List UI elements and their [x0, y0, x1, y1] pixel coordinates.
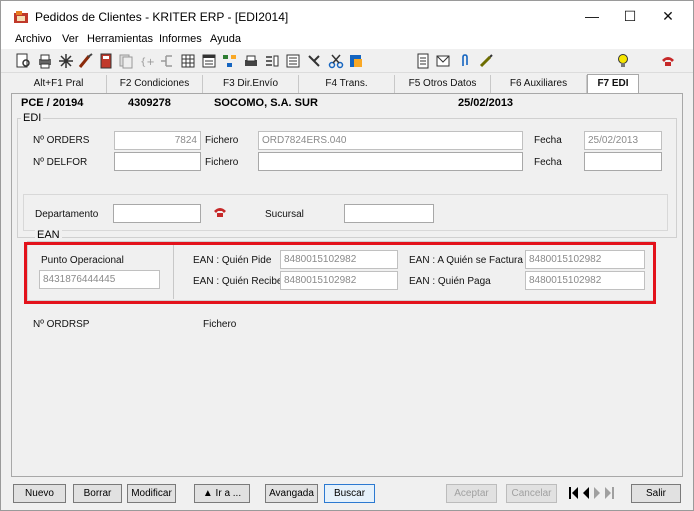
phone-icon[interactable] — [263, 52, 281, 70]
departamento-label: Departamento — [35, 209, 99, 220]
title-bar: Pedidos de Clientes - KRITER ERP - [EDI2… — [1, 1, 693, 31]
tab-pral[interactable]: Alt+F1 Pral — [11, 75, 107, 93]
cancelar-button[interactable]: Cancelar — [506, 484, 557, 503]
modificar-button[interactable]: Modificar — [127, 484, 176, 503]
fichero-label: Fichero — [205, 135, 239, 146]
print-icon[interactable] — [36, 52, 54, 70]
document-icon[interactable] — [414, 52, 432, 70]
flow-icon[interactable]: {+} — [138, 52, 156, 70]
edi-legend: EDI — [21, 112, 44, 124]
ordrsp-label: Nº ORDRSP — [33, 319, 90, 330]
app-icon — [13, 10, 29, 24]
menu-ayuda[interactable]: Ayuda — [210, 33, 241, 45]
book-icon[interactable] — [97, 52, 115, 70]
window-title: Pedidos de Clientes - KRITER ERP - [EDI2… — [35, 10, 289, 24]
fecha-input[interactable]: 25/02/2013 — [584, 131, 662, 150]
delfor-fecha-input[interactable] — [584, 152, 662, 171]
tab-bar: Alt+F1 Pral F2 Condiciones F3 Dir.Envío … — [11, 74, 683, 94]
calendar-icon[interactable] — [200, 52, 218, 70]
phone-red-icon[interactable] — [659, 52, 677, 70]
copy-icon[interactable] — [117, 52, 135, 70]
aceptar-button[interactable]: Aceptar — [446, 484, 497, 503]
fecha-label: Fecha — [534, 135, 562, 146]
paperclip-icon[interactable] — [456, 52, 474, 70]
delfor-label: Nº DELFOR — [33, 157, 88, 168]
pencil-icon[interactable] — [477, 52, 495, 70]
print-preview-icon[interactable] — [14, 52, 32, 70]
menu-archivo[interactable]: Archivo — [15, 33, 52, 45]
ean-legend: EAN — [35, 229, 62, 241]
tab-otros-datos[interactable]: F5 Otros Datos — [395, 75, 491, 93]
menu-informes[interactable]: Informes — [159, 33, 202, 45]
menu-ver[interactable]: Ver — [62, 33, 79, 45]
nuevo-button[interactable]: Nuevo — [13, 484, 66, 503]
toolbar: {+} — [1, 49, 693, 73]
next-record-icon[interactable] — [593, 486, 602, 500]
orders-input[interactable]: 7824 — [114, 131, 201, 150]
delfor-input[interactable] — [114, 152, 201, 171]
sucursal-input[interactable] — [344, 204, 434, 223]
tab-trans[interactable]: F4 Trans. — [299, 75, 395, 93]
lightbulb-icon[interactable] — [614, 52, 632, 70]
export-icon[interactable] — [347, 52, 365, 70]
tools-icon[interactable] — [305, 52, 323, 70]
menu-bar: Archivo Ver Herramientas Informes Ayuda — [1, 31, 693, 49]
order-date: 25/02/2013 — [458, 97, 514, 109]
hierarchy2-icon[interactable] — [221, 52, 239, 70]
app-window: Pedidos de Clientes - KRITER ERP - [EDI2… — [0, 0, 694, 511]
menu-herramientas[interactable]: Herramientas — [87, 33, 153, 45]
departamento-lookup-icon[interactable] — [213, 205, 227, 219]
printer-icon[interactable] — [242, 52, 260, 70]
customer-name: SOCOMO, S.A. SUR — [214, 97, 318, 109]
close-button[interactable]: ✕ — [645, 1, 691, 31]
prev-record-icon[interactable] — [581, 486, 590, 500]
orders-label: Nº ORDERS — [33, 135, 90, 146]
buscar-button[interactable]: Buscar — [324, 484, 375, 503]
hierarchy-icon[interactable] — [158, 52, 176, 70]
tab-edi[interactable]: F7 EDI — [587, 74, 639, 94]
mail-icon[interactable] — [434, 52, 452, 70]
departamento-input[interactable] — [113, 204, 201, 223]
svg-text:{+}: {+} — [140, 57, 156, 68]
customer-code: 4309278 — [128, 97, 171, 109]
last-record-icon[interactable] — [605, 486, 614, 500]
order-number: PCE / 20194 — [21, 97, 84, 109]
delfor-fichero-input[interactable] — [258, 152, 523, 171]
tab-auxiliares[interactable]: F6 Auxiliares — [491, 75, 587, 93]
sucursal-label: Sucursal — [265, 209, 304, 220]
delfor-fecha-label: Fecha — [534, 157, 562, 168]
highlight-box — [24, 242, 656, 304]
avanzada-button[interactable]: Avangada — [265, 484, 318, 503]
ir-a-button[interactable]: ▲ Ir a ... — [194, 484, 250, 503]
brush-icon[interactable] — [77, 52, 95, 70]
salir-button[interactable]: Salir — [631, 484, 681, 503]
star-icon[interactable] — [57, 52, 75, 70]
scissors-icon[interactable] — [327, 52, 345, 70]
borrar-button[interactable]: Borrar — [73, 484, 122, 503]
tab-condiciones[interactable]: F2 Condiciones — [107, 75, 203, 93]
list-icon[interactable] — [284, 52, 302, 70]
first-record-icon[interactable] — [569, 486, 578, 500]
delfor-fichero-label: Fichero — [205, 157, 239, 168]
ordrsp-fichero-label: Fichero — [203, 319, 237, 330]
tab-dir-envio[interactable]: F3 Dir.Envío — [203, 75, 299, 93]
grid-icon[interactable] — [179, 52, 197, 70]
fichero-input[interactable]: ORD7824ERS.040 — [258, 131, 523, 150]
